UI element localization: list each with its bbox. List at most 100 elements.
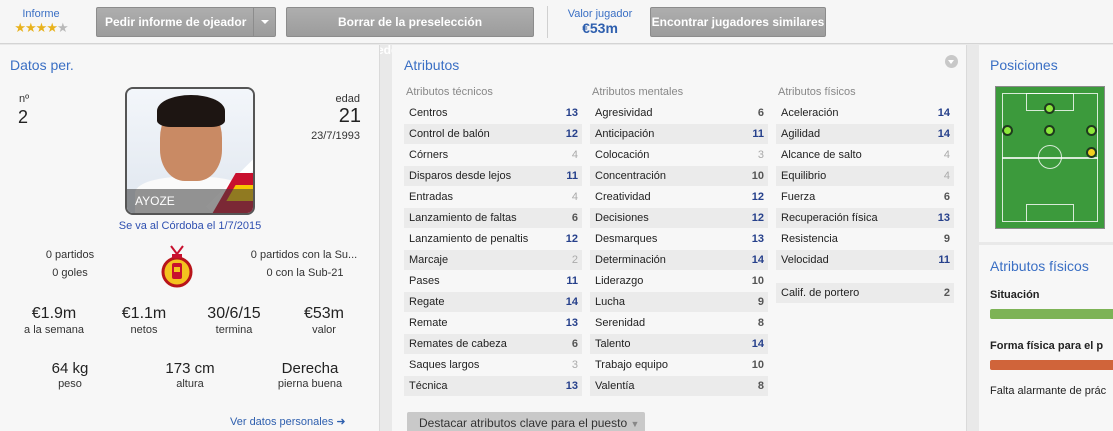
attribute-row-physical[interactable]: Recuperación física 13: [776, 208, 954, 228]
date-of-birth: 23/7/1993: [311, 130, 360, 142]
attribute-row-technical[interactable]: Lanzamiento de penaltis 12: [404, 229, 582, 249]
attribute-row-mental[interactable]: Valentía 8: [590, 376, 768, 396]
attribute-value: 14: [937, 107, 950, 119]
attribute-row-physical[interactable]: Equilibrio 4: [776, 166, 954, 186]
attribute-row-technical[interactable]: Córners 4: [404, 145, 582, 165]
age-value: 21: [338, 105, 361, 127]
attribute-name: Decisiones: [595, 212, 649, 224]
wage-label: a la semana: [24, 324, 84, 336]
request-scout-report-button[interactable]: Pedir informe de ojeador: [96, 7, 276, 37]
position-dot-icon: [1086, 125, 1097, 136]
attribute-row-mental[interactable]: Liderazgo 10: [590, 271, 768, 291]
attribute-value: 10: [751, 170, 764, 182]
attribute-value: 6: [943, 191, 950, 203]
attribute-name: Determinación: [595, 254, 666, 266]
clear-shortlist-button[interactable]: Borrar de la preselección (Predeterminad…: [286, 7, 534, 57]
attribute-row-technical[interactable]: Control de balón 12: [404, 124, 582, 144]
attribute-row-mental[interactable]: Creatividad 12: [590, 187, 768, 207]
condition-label: Forma física para el p: [990, 340, 1104, 352]
chevron-down-icon[interactable]: [253, 8, 275, 36]
contract-end-value: 30/6/15: [207, 305, 261, 322]
attribute-name: Lanzamiento de faltas: [409, 212, 517, 224]
federation-crest-icon: [161, 245, 193, 288]
attribute-row-mental[interactable]: Trabajo equipo 10: [590, 355, 768, 375]
senior-matches: 0 partidos: [45, 249, 95, 261]
attribute-row-mental[interactable]: Anticipación 11: [590, 124, 768, 144]
position-dot-icon: [1086, 147, 1097, 158]
attribute-value: 4: [571, 149, 578, 161]
attribute-value: 3: [757, 149, 764, 161]
attribute-value: 12: [565, 233, 578, 245]
attribute-row-physical[interactable]: Agilidad 14: [776, 124, 954, 144]
attribute-value: 10: [751, 359, 764, 371]
net-wage-label: netos: [130, 324, 158, 336]
player-name: AYOZE: [127, 189, 253, 213]
attribute-value: 11: [752, 128, 764, 140]
fitness-panel: Atributos físicos Situación Forma física…: [979, 245, 1113, 431]
attribute-row-mental[interactable]: Determinación 14: [590, 250, 768, 270]
star-icon: ★: [35, 20, 48, 35]
attribute-value: 8: [757, 380, 764, 392]
photo-hair: [157, 95, 225, 127]
attribute-name: Creatividad: [595, 191, 651, 203]
status-label: Situación: [990, 289, 1040, 301]
panel-menu-chevron-icon[interactable]: [945, 55, 958, 68]
attribute-row-physical[interactable]: Aceleración 14: [776, 103, 954, 123]
attribute-row-mental[interactable]: Serenidad 8: [590, 313, 768, 333]
attribute-row-mental[interactable]: Colocación 3: [590, 145, 768, 165]
weight-label: peso: [58, 378, 82, 390]
attribute-value: 4: [571, 191, 578, 203]
attribute-row-technical[interactable]: Marcaje 2: [404, 250, 582, 270]
attribute-name: Serenidad: [595, 317, 646, 329]
attribute-row-technical[interactable]: Disparos desde lejos 11: [404, 166, 582, 186]
find-similar-players-button[interactable]: Encontrar jugadores similares: [650, 7, 826, 37]
attribute-name: Talento: [595, 338, 631, 350]
attribute-row-technical[interactable]: Centros 13: [404, 103, 582, 123]
attribute-row-mental[interactable]: Desmarques 13: [590, 229, 768, 249]
market-value-label: valor: [312, 324, 336, 336]
toolbar-divider: [547, 6, 548, 38]
physical-header: Atributos físicos: [778, 86, 856, 98]
attribute-row-technical[interactable]: Saques largos 3: [404, 355, 582, 375]
player-value-block: Valor jugador €53m: [562, 8, 638, 36]
attribute-row-technical[interactable]: Entradas 4: [404, 187, 582, 207]
attribute-row-mental[interactable]: Concentración 10: [590, 166, 768, 186]
view-personal-data-link[interactable]: Ver datos personales ➜: [230, 415, 346, 428]
attribute-value: 11: [566, 170, 578, 182]
highlight-key-attributes-button[interactable]: Destacar atributos clave para el puesto …: [407, 412, 645, 431]
attribute-row-technical[interactable]: Remates de cabeza 6: [404, 334, 582, 354]
attribute-name: Agilidad: [781, 128, 821, 140]
attribute-row-technical[interactable]: Remate 13: [404, 313, 582, 333]
attribute-row-technical[interactable]: Regate 14: [404, 292, 582, 312]
attribute-row-physical[interactable]: Resistencia 9: [776, 229, 954, 249]
attribute-value: 12: [565, 128, 578, 140]
attribute-value: 10: [751, 275, 764, 287]
preferred-foot-label: pierna buena: [277, 378, 343, 390]
attribute-value: 11: [566, 275, 578, 287]
star-empty-icon: ★: [56, 20, 69, 35]
attribute-row-technical[interactable]: Pases 11: [404, 271, 582, 291]
attribute-name: Entradas: [409, 191, 454, 203]
attribute-row-physical[interactable]: Alcance de salto 4: [776, 145, 954, 165]
star-icon: ★: [46, 20, 58, 35]
loan-info[interactable]: Se va al Córdoba el 1/7/2015: [70, 220, 310, 232]
attribute-row-physical[interactable]: Fuerza 6: [776, 187, 954, 207]
top-toolbar: Informe ★★★★★ Pedir informe de ojeador B…: [0, 0, 1113, 57]
attribute-name: Fuerza: [781, 191, 816, 203]
u21-matches: 0 partidos con la Su...: [250, 249, 358, 261]
attribute-name: Anticipación: [595, 128, 655, 140]
attribute-value: 6: [571, 338, 578, 350]
report-block[interactable]: Informe ★★★★★: [10, 8, 72, 35]
height-value: 173 cm: [165, 360, 215, 377]
personal-data-panel: Datos per. nº 2 edad 21 23/7/1993 AYOZE …: [0, 45, 380, 431]
player-photo: AYOZE: [125, 87, 255, 215]
attribute-row-mental[interactable]: Lucha 9: [590, 292, 768, 312]
attribute-row-technical[interactable]: Técnica 13: [404, 376, 582, 396]
attribute-row-mental[interactable]: Decisiones 12: [590, 208, 768, 228]
attribute-row-mental[interactable]: Agresividad 6: [590, 103, 768, 123]
attribute-name: Recuperación física: [781, 212, 878, 224]
attribute-row-technical[interactable]: Lanzamiento de faltas 6: [404, 208, 582, 228]
attribute-name: Equilibrio: [781, 170, 827, 182]
attribute-row-mental[interactable]: Talento 14: [590, 334, 768, 354]
attribute-row-physical[interactable]: Velocidad 11: [776, 250, 954, 270]
